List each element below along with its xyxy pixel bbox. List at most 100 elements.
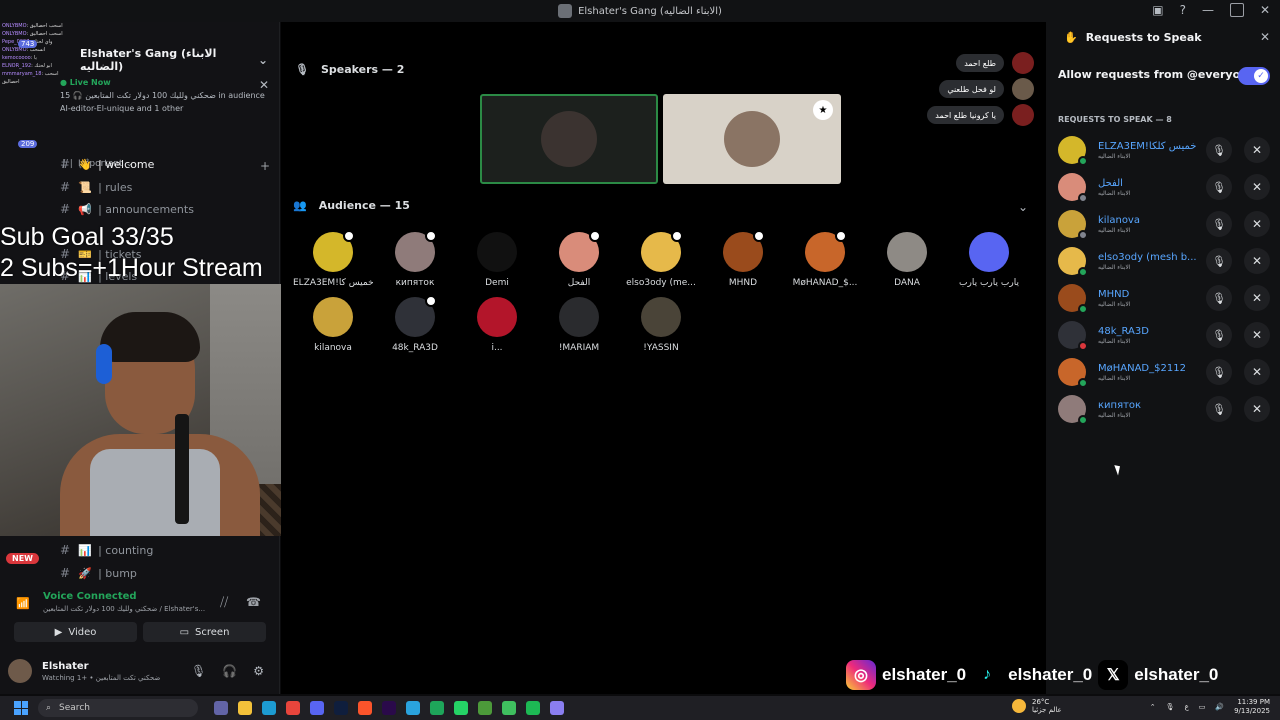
edge-icon[interactable] [262,701,276,715]
channel-counting[interactable]: # 📊 | counting [60,540,270,560]
weather-widget[interactable]: 26°C عالم جزئيا [1012,698,1062,714]
dismiss-request-button[interactable]: ✕ [1244,285,1270,311]
network-icon[interactable]: ▭ [1199,703,1206,711]
clock[interactable]: 11:39 PM 9/13/2025 [1234,698,1270,716]
signal-icon[interactable]: 📶 [16,597,30,610]
avatar[interactable] [1058,395,1088,425]
volume-icon[interactable]: 🔊 [1215,703,1224,711]
audience-member[interactable]: 48k_RA3D [375,295,455,353]
disconnect-icon[interactable]: ☎ [246,595,261,609]
invite-to-speak-button[interactable]: 🎙 [1206,174,1232,200]
audience-member[interactable]: الفحل [539,230,619,288]
capcut-icon[interactable] [430,701,444,715]
audience-member[interactable]: يارب يارب يارب [949,232,1029,288]
screen-share-button[interactable]: ▭ Screen [143,622,266,642]
app-icon[interactable] [550,701,564,715]
username[interactable]: Elshater [42,661,160,672]
telegram-icon[interactable] [406,701,420,715]
minecraft-icon[interactable] [478,701,492,715]
chevron-down-icon[interactable]: ⌄ [1018,200,1028,214]
request-name[interactable]: кипяток [1098,400,1198,411]
help-icon[interactable]: ? [1180,3,1186,17]
brave-icon[interactable] [358,701,372,715]
windows-start-icon[interactable] [14,701,28,715]
file-explorer-icon[interactable] [238,701,252,715]
avatar[interactable] [1058,321,1088,351]
invite-to-speak-button[interactable]: 🎙 [1206,248,1232,274]
avatar[interactable] [1012,52,1034,74]
request-item[interactable]: الفحل الابناء الضاليه 🎙 ✕ [1058,172,1272,203]
microphone-icon[interactable]: 🎙 [1166,703,1175,711]
dismiss-request-button[interactable]: ✕ [1244,248,1270,274]
audience-member[interactable]: !MARIAM [539,297,619,353]
gear-icon[interactable]: ⚙ [253,664,264,678]
invite-to-speak-button[interactable]: 🎙 [1206,285,1232,311]
request-name[interactable]: elso3ody (mesh b... [1098,252,1198,263]
invite-to-speak-button[interactable]: 🎙 [1206,322,1232,348]
request-item[interactable]: kilanova الابناء الضاليه 🎙 ✕ [1058,209,1272,240]
language-indicator[interactable]: ع [1185,703,1189,711]
request-item[interactable]: 48k_RA3D الابناء الضاليه 🎙 ✕ [1058,320,1272,351]
speaker-tile[interactable] [480,94,658,184]
video-button[interactable]: ▶ Video [14,622,137,642]
audience-member[interactable]: i... [457,297,537,353]
inbox-icon[interactable]: ▣ [1152,3,1163,17]
premiere-icon[interactable] [382,701,396,715]
voice-connected-label[interactable]: Voice Connected [43,591,137,602]
avatar[interactable] [1058,210,1088,240]
discord-icon[interactable] [310,701,324,715]
noise-suppression-icon[interactable]: ⧸⧸ [220,595,228,610]
close-window-button[interactable]: ✕ [1260,3,1270,17]
taskbar-search[interactable]: ⌕ Search [38,699,198,717]
chevron-up-icon[interactable]: ⌃ [1150,703,1156,711]
avatar[interactable] [8,659,32,683]
dismiss-request-button[interactable]: ✕ [1244,174,1270,200]
dismiss-request-button[interactable]: ✕ [1244,359,1270,385]
avatar[interactable] [1058,358,1088,388]
close-icon[interactable]: ✕ [259,78,269,92]
photoshop-icon[interactable] [334,701,348,715]
invite-to-speak-button[interactable]: 🎙 [1206,359,1232,385]
request-name[interactable]: الفحل [1098,178,1198,189]
audience-member[interactable]: !YASSIN [621,297,701,353]
dismiss-request-button[interactable]: ✕ [1244,211,1270,237]
minimize-button[interactable]: — [1202,3,1214,17]
allow-requests-toggle[interactable]: ✓ [1238,67,1270,85]
avatar[interactable] [1058,284,1088,314]
channel-rules[interactable]: # 📜 | rules [60,177,270,197]
audience-member[interactable]: DANA [867,232,947,288]
teams-icon[interactable] [214,701,228,715]
dismiss-request-button[interactable]: ✕ [1244,137,1270,163]
audience-member[interactable]: Demi [457,232,537,288]
request-item[interactable]: elso3ody (mesh b... الابناء الضاليه 🎙 ✕ [1058,246,1272,277]
spotify-icon[interactable] [526,701,540,715]
app-icon[interactable] [502,701,516,715]
request-item[interactable]: кипяток الابناء الضاليه 🎙 ✕ [1058,394,1272,425]
invite-to-speak-button[interactable]: 🎙 [1206,211,1232,237]
live-event-card[interactable]: ● Live Now ✕ ضحكني ولليك 100 دولار تكت ا… [60,78,275,148]
maximize-button[interactable] [1229,3,1244,17]
microphone-icon[interactable]: 🎙 [191,664,206,678]
request-name[interactable]: 48k_RA3D [1098,326,1198,337]
audience-member[interactable]: MøHANAD_$... [785,230,865,288]
avatar[interactable] [1012,104,1034,126]
voice-channel-detail[interactable]: ضحكني ولليك 100 دولار تكت المتابعين / El… [43,605,213,613]
close-icon[interactable]: ✕ [1260,30,1270,44]
request-name[interactable]: kilanova [1098,215,1198,226]
audience-member[interactable]: кипяток [375,230,455,288]
whatsapp-icon[interactable] [454,701,468,715]
request-name[interactable]: MHND [1098,289,1198,300]
request-name[interactable]: ELZA3EM!خميس كلكا [1098,141,1198,152]
channel-bump[interactable]: # 🚀 | bump [60,563,270,583]
audience-member[interactable]: ELZA3EM!خميس كا [293,230,373,288]
request-name[interactable]: MøHANAD_$2112 [1098,363,1198,374]
headphones-icon[interactable]: 🎧 [222,664,237,678]
speaker-tile[interactable]: ★ [663,94,841,184]
request-item[interactable]: MøHANAD_$2112 الابناء الضاليه 🎙 ✕ [1058,357,1272,388]
invite-to-speak-button[interactable]: 🎙 [1206,137,1232,163]
request-item[interactable]: MHND الابناء الضاليه 🎙 ✕ [1058,283,1272,314]
dismiss-request-button[interactable]: ✕ [1244,322,1270,348]
dismiss-request-button[interactable]: ✕ [1244,396,1270,422]
request-item[interactable]: ELZA3EM!خميس كلكا الابناء الضاليه 🎙 ✕ [1058,135,1272,166]
channel-welcome[interactable]: # 👋 | welcome [60,154,270,174]
